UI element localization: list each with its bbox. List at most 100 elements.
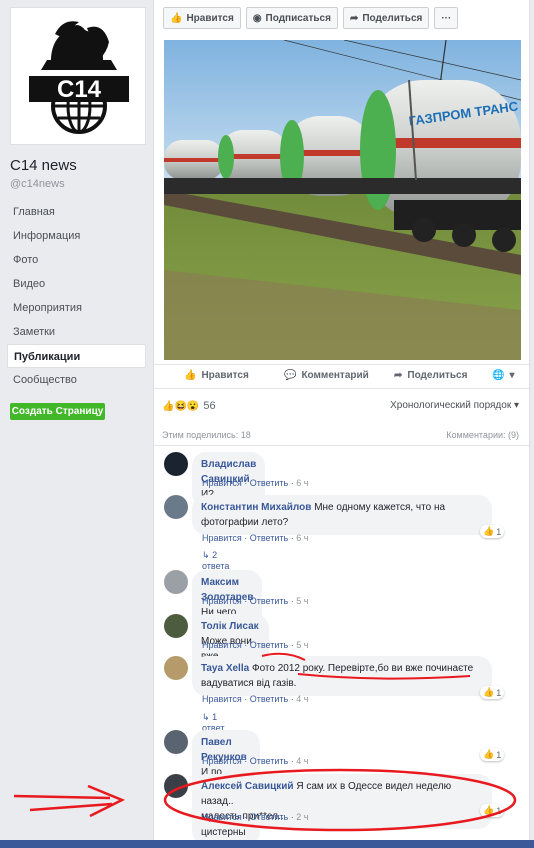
chevron-down-icon: ▾ xyxy=(509,370,515,381)
reaction-count[interactable]: 56 xyxy=(203,400,215,412)
subscribe-button[interactable]: ◉ Подписаться xyxy=(245,7,338,29)
comment-reply-link[interactable]: Ответить xyxy=(250,533,288,543)
comment-time[interactable]: 4 ч xyxy=(296,694,308,704)
comment-reply-link[interactable]: Ответить xyxy=(250,812,288,822)
nav-item-home[interactable]: Главная xyxy=(7,200,146,224)
reactions-summary: 👍😆😮 56 Хронологический порядок ▾ xyxy=(162,398,521,414)
post-comment-button[interactable]: 💬 Комментарий xyxy=(284,370,369,381)
comment-like-link[interactable]: Нравится xyxy=(202,694,242,704)
comment-like-badge[interactable]: 👍 1 xyxy=(480,686,505,699)
nav-item-notes[interactable]: Заметки xyxy=(7,320,146,344)
comment-like-link[interactable]: Нравится xyxy=(202,812,242,822)
nav-item-community[interactable]: Сообщество xyxy=(7,368,146,392)
page-like-button[interactable]: 👍 Нравится xyxy=(163,7,241,29)
comment-like-link[interactable]: Нравится xyxy=(202,756,242,766)
avatar[interactable] xyxy=(164,774,188,798)
comment-like-link[interactable]: Нравится xyxy=(202,533,242,543)
comment-reply-link[interactable]: Ответить xyxy=(250,640,288,650)
thumbs-up-icon: 👍 xyxy=(170,12,183,24)
more-button[interactable]: ··· xyxy=(434,7,459,29)
nav-item-photos[interactable]: Фото xyxy=(7,248,146,272)
comment-time[interactable]: 4 ч xyxy=(296,756,308,766)
share-icon: ➦ xyxy=(394,370,403,381)
comment-bubble: Taya Xella Фото 2012 року. Перевірте,бо … xyxy=(192,656,492,696)
post-photo[interactable]: ГАЗПРОМ ТРАНС xyxy=(164,40,521,360)
page-nav: Главная Информация Фото Видео Мероприяти… xyxy=(7,200,146,392)
comment-time[interactable]: 5 ч xyxy=(296,596,308,606)
post-actions-bar: 👍 Нравится 💬 Комментарий ➦ Поделиться 🌐 ▾ xyxy=(154,364,529,389)
share-icon: ➦ xyxy=(349,12,359,24)
comment-reply-link[interactable]: Ответить xyxy=(250,478,288,488)
post-share-button[interactable]: ➦ Поделиться xyxy=(394,370,467,381)
comment-bubble: Константин Михайлов Мне одному кажется, … xyxy=(192,495,492,535)
comment-author[interactable]: Константин Михайлов xyxy=(201,502,311,513)
comment-meta: Нравится · Ответить · 5 ч xyxy=(202,640,309,650)
reply-arrow-icon: ↳ xyxy=(202,712,210,722)
nav-item-posts[interactable]: Публикации xyxy=(7,344,146,368)
comment-meta: Нравится · Ответить · 6 ч xyxy=(202,478,309,488)
shares-count[interactable]: Этим поделились: 18 xyxy=(162,430,251,440)
thumbs-up-icon: 👍 xyxy=(483,805,495,815)
divider xyxy=(154,445,529,446)
comment-icon: 💬 xyxy=(284,370,297,381)
nav-item-info[interactable]: Информация xyxy=(7,224,146,248)
comment-like-badge[interactable]: 👍 1 xyxy=(480,748,505,761)
post-card: ГАЗПРОМ ТРАНС 👍 Нравится 💬 Комментарий ➦ По… xyxy=(153,0,530,848)
reaction-icons[interactable]: 👍😆😮 xyxy=(162,401,199,412)
comment-meta: Нравится · Ответить · 6 ч xyxy=(202,533,309,543)
comments-count[interactable]: Комментарии: (9) xyxy=(446,430,519,440)
globe-icon: 🌐 xyxy=(492,370,505,381)
thumbs-up-icon: 👍 xyxy=(483,749,495,759)
avatar[interactable] xyxy=(164,656,188,680)
comment-meta: Нравится · Ответить · 4 ч xyxy=(202,756,309,766)
avatar[interactable] xyxy=(164,495,188,519)
rss-icon: ◉ xyxy=(252,12,262,24)
comment-author[interactable]: Taya Xella xyxy=(201,663,249,674)
logo-text: C14 xyxy=(57,76,102,103)
comment-reply-link[interactable]: Ответить xyxy=(250,756,288,766)
c14-logo: C14 xyxy=(29,21,129,134)
page-logo[interactable]: C14 xyxy=(10,7,146,145)
comment-text: Фото 2012 року. Перевірте,бо ви вже почи… xyxy=(251,663,474,674)
comment-like-badge[interactable]: 👍 1 xyxy=(480,525,505,538)
page-title[interactable]: C14 news xyxy=(10,157,77,174)
post-like-button[interactable]: 👍 Нравится xyxy=(184,370,249,381)
reply-arrow-icon: ↳ xyxy=(202,550,210,560)
comment-like-link[interactable]: Нравится xyxy=(202,640,242,650)
comment-text: Мне одному кажется, что на xyxy=(314,502,446,513)
tank-train-image: ГАЗПРОМ ТРАНС xyxy=(164,40,521,360)
page-handle[interactable]: @c14news xyxy=(10,178,65,190)
thumbs-up-icon: 👍 xyxy=(483,526,495,536)
comment-like-link[interactable]: Нравится xyxy=(202,478,242,488)
thumbs-up-icon: 👍 xyxy=(184,370,197,381)
comment-meta: Нравится · Ответить · 2 ч xyxy=(202,812,309,822)
nav-item-events[interactable]: Мероприятия xyxy=(7,296,146,320)
comment-time[interactable]: 2 ч xyxy=(296,812,308,822)
page-action-bar: 👍 Нравится ◉ Подписаться ➦ Поделиться ··· xyxy=(163,7,459,29)
comment-like-badge[interactable]: 👍 1 xyxy=(480,804,505,817)
create-page-button[interactable]: Создать Страницу xyxy=(10,403,105,420)
comment-time[interactable]: 6 ч xyxy=(296,533,308,543)
comment-meta: Нравится · Ответить · 4 ч xyxy=(202,694,309,704)
share-row: Этим поделились: 18 Комментарии: (9) xyxy=(162,430,521,440)
page-share-button[interactable]: ➦ Поделиться xyxy=(342,7,430,29)
comment-text-line2: вадуватися від газів. xyxy=(201,678,297,689)
comment-like-link[interactable]: Нравится xyxy=(202,596,242,606)
comment-time[interactable]: 6 ч xyxy=(296,478,308,488)
comment-text-line2: фотографии лето? xyxy=(201,517,289,528)
left-sidebar: C14 C14 news @c14news Главная Информация… xyxy=(0,0,153,848)
avatar[interactable] xyxy=(164,570,188,594)
comment-meta: Нравится · Ответить · 5 ч xyxy=(202,596,309,606)
comment-sort-dropdown[interactable]: Хронологический порядок ▾ xyxy=(390,400,519,411)
comment-reply-link[interactable]: Ответить xyxy=(250,694,288,704)
comment-time[interactable]: 5 ч xyxy=(296,640,308,650)
comment-reply-link[interactable]: Ответить xyxy=(250,596,288,606)
bottom-strip xyxy=(0,840,534,848)
nav-item-videos[interactable]: Видео xyxy=(7,272,146,296)
avatar[interactable] xyxy=(164,730,188,754)
comment-author[interactable]: Толік Лисак xyxy=(201,621,259,632)
avatar[interactable] xyxy=(164,614,188,638)
audience-selector[interactable]: 🌐 ▾ xyxy=(492,370,514,381)
avatar[interactable] xyxy=(164,452,188,476)
comment-author[interactable]: Алексей Савицкий xyxy=(201,781,294,792)
